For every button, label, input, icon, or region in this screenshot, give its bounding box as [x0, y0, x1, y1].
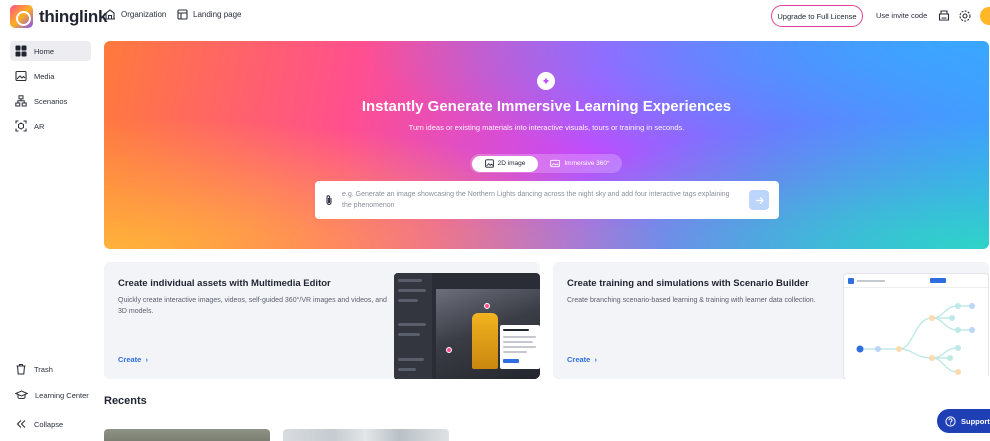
sidebar-item-label: Scenarios — [34, 96, 68, 106]
create-link[interactable]: Create › — [118, 355, 148, 364]
toggle-immersive-360-label: Immersive 360° — [564, 160, 610, 167]
nav-organization[interactable]: Organization — [104, 9, 166, 20]
card-title: Create training and simulations with Sce… — [567, 278, 809, 289]
layout-icon — [177, 9, 188, 20]
multimedia-editor-preview — [394, 273, 540, 379]
arrow-right-icon — [755, 196, 764, 204]
editor-tag-popup — [500, 325, 540, 369]
help-icon — [945, 415, 956, 427]
recents-heading: Recents — [104, 395, 147, 407]
card-title: Create individual assets with Multimedia… — [118, 278, 331, 289]
prompt-input[interactable]: e.g. Generate an image showcasing the No… — [342, 189, 732, 211]
card-description: Quickly create interactive images, video… — [118, 297, 387, 315]
recent-item-thumbnail[interactable] — [283, 429, 449, 441]
robot-arm — [472, 313, 498, 369]
image-icon — [484, 159, 494, 168]
image-icon — [15, 70, 27, 82]
paperclip-icon[interactable] — [325, 194, 333, 206]
hero-subtitle: Turn ideas or existing materials into in… — [408, 123, 685, 132]
multimedia-editor-card[interactable]: Create individual assets with Multimedia… — [104, 262, 540, 379]
chevron-right-icon: › — [594, 355, 598, 364]
grid-icon — [15, 45, 27, 57]
hero-title: Instantly Generate Immersive Learning Ex… — [361, 98, 732, 115]
scenario-flow-diagram — [856, 303, 975, 375]
thinglink-logo[interactable]: thinglink — [10, 5, 107, 28]
toggle-2d-image-label: 2D image — [497, 160, 526, 167]
building-icon — [105, 9, 115, 20]
top-bar: thinglink Organization Landing page Upgr… — [0, 0, 990, 34]
collapse-icon — [16, 420, 26, 428]
prompt-box[interactable]: e.g. Generate an image showcasing the No… — [315, 181, 779, 219]
flow-icon — [15, 95, 27, 107]
nav-landing-page[interactable]: Landing page — [177, 9, 242, 20]
user-avatar[interactable] — [980, 7, 990, 25]
image-mode-toggle: 2D image Immersive 360° — [470, 154, 622, 173]
ar-icon — [15, 120, 27, 132]
trash-icon — [16, 363, 26, 375]
sidebar-item-label: AR — [34, 121, 45, 131]
create-link[interactable]: Create › — [567, 355, 597, 364]
sidebar-item-label: Collapse — [34, 419, 64, 429]
invite-code-link[interactable]: Use invite code — [876, 11, 927, 20]
send-button[interactable] — [749, 190, 769, 210]
hotspot — [446, 347, 452, 353]
create-label: Create — [118, 355, 142, 364]
create-label: Create — [567, 355, 591, 364]
sidebar-collapse[interactable]: Collapse — [10, 414, 91, 434]
recent-item-thumbnail[interactable] — [104, 429, 270, 441]
brand-name: thinglink — [39, 6, 108, 26]
sidebar-item-label: Trash — [34, 364, 53, 374]
sidebar-item-label: Media — [34, 71, 55, 81]
sidebar-item-label: Learning Center — [35, 390, 89, 400]
upgrade-button[interactable]: Upgrade to Full License — [771, 5, 863, 27]
support-label: Support — [961, 416, 990, 426]
support-button[interactable]: Support — [937, 409, 990, 433]
toggle-2d-image[interactable]: 2D image — [472, 155, 538, 172]
sidebar-item-ar[interactable]: AR — [10, 116, 91, 136]
scenario-builder-preview — [843, 273, 989, 379]
scenario-builder-card[interactable]: Create training and simulations with Sce… — [553, 262, 989, 379]
toggle-immersive-360[interactable]: Immersive 360° — [540, 156, 620, 172]
sidebar-item-label: Home — [34, 46, 55, 56]
sparkle-icon: ✦ — [537, 72, 555, 90]
sidebar-item-learning-center[interactable]: Learning Center — [10, 385, 91, 405]
sidebar-item-media[interactable]: Media — [10, 66, 91, 86]
sidebar-item-trash[interactable]: Trash — [10, 359, 91, 379]
logo-icon — [10, 5, 33, 28]
sidebar-item-scenarios[interactable]: Scenarios — [10, 91, 91, 111]
editor-side-panel — [394, 273, 432, 379]
nav-organization-label: Organization — [121, 10, 167, 19]
sidebar-item-home[interactable]: Home — [10, 41, 91, 61]
panorama-icon — [550, 159, 561, 168]
printer-icon[interactable] — [937, 9, 951, 23]
graduation-cap-icon — [15, 390, 28, 400]
card-description: Create branching scenario-based learning… — [567, 297, 816, 304]
nav-landing-page-label: Landing page — [193, 10, 242, 19]
builder-header — [844, 274, 988, 288]
hotspot — [484, 303, 490, 309]
gear-icon[interactable] — [958, 9, 972, 23]
chevron-right-icon: › — [145, 355, 149, 364]
